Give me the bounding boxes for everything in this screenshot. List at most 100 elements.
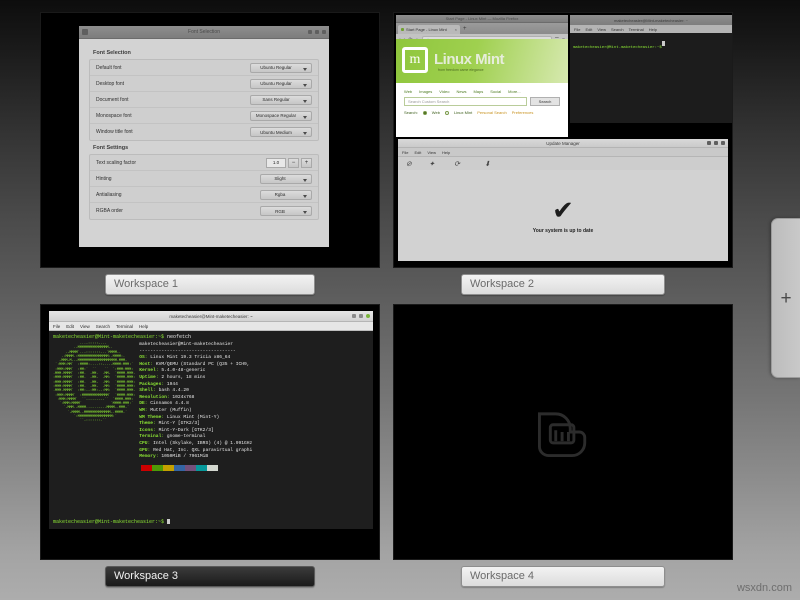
mint-link-more[interactable]: More... xyxy=(508,89,520,94)
terminal-window-ws2[interactable]: maketecheasier@Mint-maketecheasier: ~ Fi… xyxy=(570,15,732,123)
menu-file[interactable]: File xyxy=(402,150,408,155)
update-manager-menubar[interactable]: File Edit View Help xyxy=(398,148,728,157)
mint-link-video[interactable]: Video xyxy=(439,89,449,94)
radio-web-label[interactable]: Web xyxy=(432,110,440,115)
add-workspace-button[interactable]: + xyxy=(771,218,800,378)
rgba-order-select[interactable]: RGB xyxy=(260,206,312,216)
font-selection-dialog[interactable]: Font Selection Font Selection Default fo… xyxy=(79,26,329,247)
mint-link-maps[interactable]: Maps xyxy=(473,89,483,94)
close-icon[interactable] xyxy=(322,30,326,34)
mint-link-news[interactable]: News xyxy=(456,89,466,94)
terminal-window-neofetch[interactable]: maketecheasier@Mint-maketecheasier: ~ Fi… xyxy=(49,311,373,529)
neofetch-row-cpu: CPU: Intel (Skylake, IBRS) (4) @ 1.991GH… xyxy=(139,441,252,448)
menu-help[interactable]: Help xyxy=(139,324,148,329)
pref-label: Text scaling factor xyxy=(96,160,266,166)
mint-search-input[interactable]: Search Custom Search xyxy=(404,97,527,106)
workspace-label-1[interactable]: Workspace 1 xyxy=(105,274,315,295)
menu-terminal[interactable]: Terminal xyxy=(116,324,133,329)
firefox-tabbar[interactable]: Start Page - Linux Mint × + xyxy=(396,23,568,34)
hinting-select[interactable]: Slight xyxy=(260,174,312,184)
pref-row-document-font[interactable]: Document font Sans Regular xyxy=(90,92,318,108)
menu-help[interactable]: Help xyxy=(442,150,450,155)
window-controls[interactable] xyxy=(308,30,326,34)
monospace-font-button[interactable]: Monospace Regular xyxy=(250,111,312,121)
mint-link-personal-search[interactable]: Personal Search xyxy=(477,110,507,115)
stepper-plus-icon[interactable]: + xyxy=(301,158,312,168)
radio-web-icon[interactable] xyxy=(423,111,427,115)
plus-icon: + xyxy=(780,289,791,308)
menu-terminal[interactable]: Terminal xyxy=(629,27,644,32)
menu-view[interactable]: View xyxy=(597,27,606,32)
terminal-body-ws2[interactable]: maketecheasier@Mint-maketecheasier:~$ xyxy=(570,33,732,123)
document-font-button[interactable]: Sans Regular xyxy=(250,95,312,105)
close-icon[interactable] xyxy=(721,141,725,145)
mint-link-web[interactable]: Web xyxy=(404,89,412,94)
info-key: Host xyxy=(139,362,150,367)
firefox-tab[interactable]: Start Page - Linux Mint × xyxy=(398,25,460,34)
command-text: neofetch xyxy=(167,334,191,340)
menu-help[interactable]: Help xyxy=(649,27,657,32)
workspace-4-thumbnail[interactable] xyxy=(393,304,733,560)
update-manager-window-controls[interactable] xyxy=(707,141,725,145)
pref-row-monospace-font[interactable]: Monospace font Monospace Regular xyxy=(90,108,318,124)
mint-link-social[interactable]: Social xyxy=(490,89,501,94)
radio-linuxmint-label[interactable]: Linux Mint xyxy=(454,110,472,115)
mint-search-row[interactable]: Search Custom Search Search xyxy=(404,97,560,106)
menu-view[interactable]: View xyxy=(80,324,90,329)
pref-row-hinting[interactable]: Hinting Slight xyxy=(90,171,318,187)
pref-row-text-scaling[interactable]: Text scaling factor 1.0 − + xyxy=(90,155,318,171)
workspace-1-thumbnail[interactable]: Preferences A Sans A Serif A Cancel Font… xyxy=(40,12,380,268)
workspace-label-4[interactable]: Workspace 4 xyxy=(461,566,665,587)
window-controls[interactable] xyxy=(352,314,370,318)
workspace-2-thumbnail[interactable]: Start Page - Linux Mint — Mozilla Firefo… xyxy=(393,12,733,268)
menu-edit[interactable]: Edit xyxy=(414,150,421,155)
checkmark-icon: ✔ xyxy=(552,197,574,223)
menu-search[interactable]: Search xyxy=(611,27,624,32)
terminal-menubar-ws2[interactable]: File Edit View Search Terminal Help xyxy=(570,25,732,33)
firefox-window[interactable]: Start Page - Linux Mint — Mozilla Firefo… xyxy=(396,15,568,137)
stepper-minus-icon[interactable]: − xyxy=(288,158,299,168)
text-scaling-stepper[interactable]: 1.0 − + xyxy=(266,158,312,168)
workspace-label-2[interactable]: Workspace 2 xyxy=(461,274,665,295)
minimize-icon[interactable] xyxy=(352,314,356,318)
mint-search-button[interactable]: Search xyxy=(530,97,560,106)
neofetch-row-terminal: Terminal: gnome-terminal xyxy=(139,434,252,441)
menu-search[interactable]: Search xyxy=(96,324,110,329)
maximize-icon[interactable] xyxy=(359,314,363,318)
tab-close-icon[interactable]: × xyxy=(455,27,457,32)
info-key: Shell xyxy=(139,388,153,393)
neofetch-terminal-menubar[interactable]: File Edit View Search Terminal Help xyxy=(49,322,373,331)
close-icon[interactable] xyxy=(366,314,370,318)
menu-file[interactable]: File xyxy=(53,324,60,329)
new-tab-icon[interactable]: + xyxy=(463,25,467,34)
neofetch-row-kernel: Kernel: 5.4.0-48-generic xyxy=(139,368,252,375)
mint-nav-links[interactable]: Web Images Video News Maps Social More..… xyxy=(396,83,568,97)
workspace-label-3[interactable]: Workspace 3 xyxy=(105,566,315,587)
menu-edit[interactable]: Edit xyxy=(585,27,592,32)
pref-row-default-font[interactable]: Default font Ubuntu Regular xyxy=(90,60,318,76)
menu-edit[interactable]: Edit xyxy=(66,324,74,329)
mint-link-images[interactable]: Images xyxy=(419,89,432,94)
default-font-button[interactable]: Ubuntu Regular xyxy=(250,63,312,73)
update-manager-window[interactable]: Update Manager File Edit View Help ⊘ Cle… xyxy=(398,139,728,261)
minimize-icon[interactable] xyxy=(308,30,312,34)
desktop-font-button[interactable]: Ubuntu Regular xyxy=(250,79,312,89)
radio-linuxmint-icon[interactable] xyxy=(445,111,449,115)
mint-search-scope[interactable]: Search: Web Linux Mint Personal Search P… xyxy=(396,106,568,119)
window-title-font-button[interactable]: Ubuntu Medium xyxy=(250,127,312,137)
text-scaling-value[interactable]: 1.0 xyxy=(266,158,286,168)
install-icon: ⬇ xyxy=(484,161,490,168)
pref-row-desktop-font[interactable]: Desktop font Ubuntu Regular xyxy=(90,76,318,92)
pref-row-rgba-order[interactable]: RGBA order RGB xyxy=(90,203,318,219)
menu-file[interactable]: File xyxy=(574,27,580,32)
antialiasing-select[interactable]: Rgba xyxy=(260,190,312,200)
pref-row-window-title-font[interactable]: Window title font Ubuntu Medium xyxy=(90,124,318,140)
maximize-icon[interactable] xyxy=(714,141,718,145)
workspace-3-thumbnail[interactable]: maketecheasier@Mint-maketecheasier: ~ Fi… xyxy=(40,304,380,560)
mint-link-preferences[interactable]: Preferences xyxy=(512,110,534,115)
pref-row-antialiasing[interactable]: Antialiasing Rgba xyxy=(90,187,318,203)
menu-view[interactable]: View xyxy=(427,150,436,155)
neofetch-terminal-body[interactable]: maketecheasier@Mint-maketecheasier:~$ ne… xyxy=(49,331,373,529)
maximize-icon[interactable] xyxy=(315,30,319,34)
minimize-icon[interactable] xyxy=(707,141,711,145)
